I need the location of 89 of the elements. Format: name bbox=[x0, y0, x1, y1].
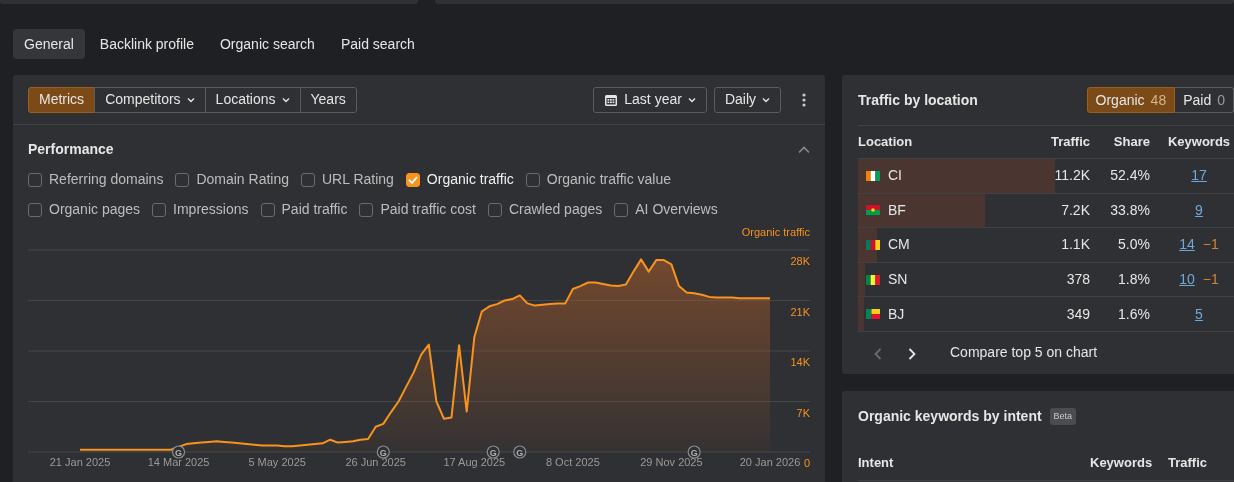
keyword-count-link[interactable]: 14 bbox=[1179, 234, 1195, 256]
chevron-left-icon bbox=[874, 347, 882, 360]
interval-dropdown[interactable]: Daily bbox=[713, 86, 781, 113]
table-cell-text: 7.2K bbox=[1060, 200, 1090, 220]
update-marker[interactable]: G bbox=[486, 445, 500, 459]
axis-label: 8 Oct 2025 bbox=[545, 456, 600, 468]
axis-label: 21 Jan 2025 bbox=[49, 456, 111, 468]
panel-title: Organic keywords by intent bbox=[858, 406, 1042, 426]
toggle-button[interactable]: Organic 48 bbox=[1086, 87, 1176, 113]
period-dropdown[interactable]: Last year bbox=[593, 86, 707, 113]
metric-checkbox[interactable]: Organic traffic bbox=[405, 169, 514, 190]
column-header: Traffic bbox=[1050, 133, 1090, 152]
collapse-button[interactable] bbox=[798, 145, 810, 154]
segment-button[interactable]: Locations bbox=[204, 86, 301, 113]
axis-label: 14 Mar 2025 bbox=[147, 456, 210, 468]
column-header: Keywords bbox=[1166, 133, 1232, 152]
caret-icon bbox=[762, 96, 770, 103]
flag-icon bbox=[866, 240, 880, 250]
axis-label: 21K bbox=[790, 305, 810, 318]
axis-label: 14K bbox=[790, 356, 810, 368]
keyword-count-link[interactable]: 9 bbox=[1195, 199, 1203, 221]
metric-checkbox[interactable]: Paid traffic bbox=[260, 199, 348, 220]
column-header: Traffic bbox=[1168, 453, 1208, 472]
metric-checkbox[interactable]: Organic pages bbox=[28, 199, 141, 220]
metric-checkbox[interactable]: Organic traffic value bbox=[525, 169, 671, 190]
country-code: SN bbox=[888, 270, 908, 290]
axis-label: 5 May 2025 bbox=[248, 456, 306, 468]
table-cell-text: 11.2K bbox=[1053, 166, 1090, 186]
table-cell-text: 33.8% bbox=[1109, 200, 1150, 220]
axis-label: 17 Aug 2025 bbox=[443, 456, 506, 468]
calendar-icon bbox=[604, 92, 619, 107]
compare-link[interactable]: Compare top 5 on chart bbox=[936, 342, 1098, 364]
country-code: BF bbox=[888, 200, 906, 220]
axis-label: 29 Nov 2025 bbox=[640, 456, 703, 468]
tab[interactable]: Paid search bbox=[329, 29, 426, 59]
segment-button[interactable]: Competitors bbox=[94, 86, 206, 113]
table-cell-text: 378 bbox=[1065, 270, 1090, 290]
caret-icon bbox=[687, 96, 696, 103]
series-label: Organic traffic bbox=[741, 226, 810, 238]
country-code: CI bbox=[888, 166, 902, 186]
axis-label: 26 Jun 2025 bbox=[345, 456, 406, 468]
axis-label: 28K bbox=[790, 255, 810, 267]
check-icon bbox=[407, 175, 418, 184]
panel-title: Traffic by location bbox=[858, 90, 978, 110]
table-cell-text: 1.8% bbox=[1117, 270, 1150, 290]
metric-checkbox[interactable]: AI Overviews bbox=[614, 199, 718, 220]
metric-checkbox[interactable]: Referring domains bbox=[28, 169, 164, 190]
axis-label: 20 Jan 2026 bbox=[739, 456, 801, 468]
segment-button[interactable]: Years bbox=[299, 86, 357, 113]
beta-badge: Beta bbox=[1049, 407, 1077, 426]
table-cell-text: 1.1K bbox=[1060, 235, 1090, 255]
axis-label: 7K bbox=[796, 406, 810, 419]
country-code: CM bbox=[888, 235, 910, 255]
country-code: BJ bbox=[888, 304, 905, 324]
metric-checkbox[interactable]: URL Rating bbox=[301, 169, 394, 190]
more-icon bbox=[802, 92, 806, 107]
axis-label: 0 bbox=[803, 457, 810, 468]
flag-icon bbox=[866, 274, 880, 285]
keyword-count-link[interactable]: 5 bbox=[1195, 303, 1203, 325]
metric-checkbox[interactable]: Paid traffic cost bbox=[359, 199, 476, 220]
metric-checkbox[interactable]: Crawled pages bbox=[487, 199, 603, 220]
update-marker[interactable]: G bbox=[513, 445, 527, 459]
update-marker[interactable]: G bbox=[687, 445, 701, 459]
chevron-right-icon bbox=[908, 347, 916, 360]
column-header: Intent bbox=[858, 453, 895, 472]
update-marker[interactable]: G bbox=[376, 445, 390, 459]
flag-icon bbox=[866, 205, 880, 216]
table-cell-text: 1.6% bbox=[1117, 304, 1150, 324]
tab[interactable]: Organic search bbox=[208, 29, 326, 59]
keyword-count-link[interactable]: 17 bbox=[1191, 165, 1207, 187]
table-cell-text: 5.0% bbox=[1117, 235, 1150, 255]
metric-checkbox[interactable]: Domain Rating bbox=[175, 169, 289, 190]
tab[interactable]: General bbox=[13, 29, 85, 59]
column-header: Share bbox=[1112, 133, 1150, 152]
table-cell-text: 52.4% bbox=[1109, 166, 1150, 186]
column-header: Keywords bbox=[1090, 453, 1154, 472]
section-title: Performance bbox=[28, 140, 114, 159]
update-marker[interactable]: G bbox=[171, 445, 186, 459]
column-header: Location bbox=[858, 133, 914, 152]
tab[interactable]: Backlink profile bbox=[88, 29, 205, 59]
segment-button[interactable]: Metrics bbox=[28, 86, 96, 113]
keyword-change: −1 bbox=[1202, 270, 1219, 290]
table-cell-text: 349 bbox=[1065, 304, 1090, 324]
toggle-button[interactable]: Paid 0 bbox=[1175, 87, 1234, 113]
flag-icon bbox=[866, 309, 880, 320]
flag-icon bbox=[866, 170, 880, 181]
keyword-count-link[interactable]: 10 bbox=[1179, 269, 1195, 291]
keyword-change: −1 bbox=[1202, 235, 1219, 255]
metric-checkbox[interactable]: Impressions bbox=[152, 199, 249, 220]
